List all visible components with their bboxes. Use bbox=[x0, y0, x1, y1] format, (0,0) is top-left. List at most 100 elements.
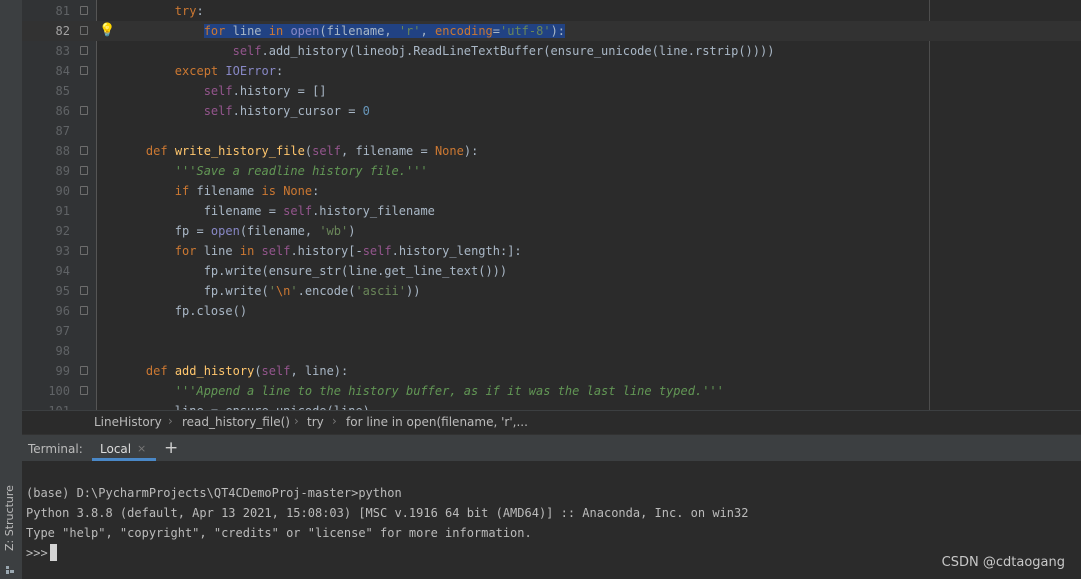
fold-marker-icon[interactable] bbox=[80, 26, 88, 35]
terminal-line: Type "help", "copyright", "credits" or "… bbox=[26, 526, 532, 540]
code-text: line = ensure_unicode(line) bbox=[117, 401, 370, 410]
code-text: except IOError: bbox=[174, 64, 284, 78]
watermark: CSDN @cdtaogang bbox=[941, 555, 1065, 570]
breadcrumb-item-class[interactable]: LineHistory bbox=[94, 415, 162, 429]
code-line[interactable]: 89 '''Save a readline history file.''' bbox=[22, 161, 1081, 181]
terminal-line: Python 3.8.8 (default, Apr 13 2021, 15:0… bbox=[26, 506, 749, 520]
terminal-prompt: >>> bbox=[26, 546, 48, 560]
code-line[interactable]: 93 for line in self.history[-self.histor… bbox=[22, 241, 1081, 261]
line-number: 101 bbox=[22, 401, 70, 410]
code-line[interactable]: 90 if filename is None: bbox=[22, 181, 1081, 201]
code-text: '''Save a readline history file.''' bbox=[174, 164, 428, 178]
code-text: if filename is None: bbox=[174, 184, 320, 198]
line-number: 82 bbox=[55, 24, 70, 38]
line-number: 92 bbox=[55, 224, 70, 238]
terminal-line: (base) D:\PycharmProjects\QT4CDemoProj-m… bbox=[26, 486, 402, 500]
breadcrumb-item-for[interactable]: for line in open(filename, 'r',... bbox=[346, 415, 528, 429]
add-terminal-icon[interactable]: + bbox=[164, 438, 178, 458]
code-text: self.add_history(lineobj.ReadLineTextBuf… bbox=[232, 44, 775, 58]
close-icon[interactable]: × bbox=[137, 442, 146, 455]
line-number: 96 bbox=[55, 304, 70, 318]
line-number: 84 bbox=[55, 64, 70, 78]
breadcrumb-separator-icon: › bbox=[294, 414, 299, 428]
fold-marker-icon[interactable] bbox=[80, 46, 88, 55]
code-editor[interactable]: 81 try: 82 💡 for line in open(filename, 'r… bbox=[22, 0, 1081, 410]
fold-marker-icon[interactable] bbox=[80, 246, 88, 255]
line-number: 94 bbox=[55, 264, 70, 278]
terminal-tab-label: Local bbox=[100, 442, 132, 456]
code-line[interactable]: 83 self.add_history(lineobj.ReadLineText… bbox=[22, 41, 1081, 61]
terminal-tab-local[interactable]: Local × bbox=[92, 435, 156, 461]
code-text: fp.write('\n'.encode('ascii')) bbox=[117, 284, 421, 298]
line-number: 88 bbox=[55, 144, 70, 158]
breadcrumb-separator-icon: › bbox=[168, 414, 173, 428]
code-text: def add_history(self, line): bbox=[145, 364, 349, 378]
code-line[interactable]: 85 self.history = [] bbox=[22, 81, 1081, 101]
intention-bulb-icon[interactable]: 💡 bbox=[99, 23, 115, 39]
code-text: self.history_cursor = 0 bbox=[203, 104, 370, 118]
code-text: fp.write(ensure_str(line.get_line_text()… bbox=[117, 264, 508, 278]
line-number: 91 bbox=[55, 204, 70, 218]
terminal-prompt-line: >>> bbox=[26, 543, 57, 563]
breadcrumb: LineHistory › read_history_file() › try … bbox=[22, 410, 1081, 435]
line-number: 85 bbox=[55, 84, 70, 98]
structure-tool-tab[interactable]: Z: Structure bbox=[0, 481, 22, 561]
breadcrumb-item-try[interactable]: try bbox=[307, 415, 324, 429]
fold-marker-icon[interactable] bbox=[80, 66, 88, 75]
breadcrumb-item-method[interactable]: read_history_file() bbox=[182, 415, 290, 429]
code-text: fp.close() bbox=[117, 304, 248, 318]
structure-icon bbox=[6, 566, 14, 574]
line-number: 97 bbox=[55, 324, 70, 338]
code-line[interactable]: 99 def add_history(self, line): bbox=[22, 361, 1081, 381]
code-text: for line in open(filename, 'r', encoding… bbox=[203, 24, 566, 38]
line-number: 95 bbox=[55, 284, 70, 298]
code-line[interactable]: 82 💡 for line in open(filename, 'r', enco… bbox=[22, 21, 1081, 41]
line-number: 98 bbox=[55, 344, 70, 358]
code-text: try: bbox=[174, 4, 204, 18]
code-text: '''Append a line to the history buffer, … bbox=[174, 384, 724, 398]
terminal-header: Terminal: Local × + bbox=[22, 434, 1081, 462]
line-number: 100 bbox=[48, 384, 70, 398]
line-number: 83 bbox=[55, 44, 70, 58]
terminal-title: Terminal: bbox=[28, 442, 83, 456]
text-cursor bbox=[49, 544, 57, 561]
line-number: 90 bbox=[55, 184, 70, 198]
code-line[interactable]: 81 try: bbox=[22, 1, 1081, 21]
fold-marker-icon[interactable] bbox=[80, 286, 88, 295]
code-text: for line in self.history[-self.history_l… bbox=[174, 244, 522, 258]
fold-marker-icon[interactable] bbox=[80, 166, 88, 175]
code-line[interactable]: 95 fp.write('\n'.encode('ascii')) bbox=[22, 281, 1081, 301]
line-number: 93 bbox=[55, 244, 70, 258]
fold-marker-icon[interactable] bbox=[80, 146, 88, 155]
fold-marker-icon[interactable] bbox=[80, 106, 88, 115]
code-line[interactable]: 91 filename = self.history_filename bbox=[22, 201, 1081, 221]
code-text: filename = self.history_filename bbox=[117, 204, 435, 218]
breadcrumb-separator-icon: › bbox=[332, 414, 337, 428]
code-text: fp = open(filename, 'wb') bbox=[117, 224, 356, 238]
code-text: def write_history_file(self, filename = … bbox=[145, 144, 479, 158]
code-line[interactable]: 94 fp.write(ensure_str(line.get_line_tex… bbox=[22, 261, 1081, 281]
line-number: 89 bbox=[55, 164, 70, 178]
fold-marker-icon[interactable] bbox=[80, 306, 88, 315]
structure-tab-label: Z: Structure bbox=[3, 485, 16, 551]
code-line[interactable]: 101 line = ensure_unicode(line) bbox=[22, 401, 1081, 410]
fold-marker-icon[interactable] bbox=[80, 6, 88, 15]
code-text: self.history = [] bbox=[203, 84, 327, 98]
code-line[interactable]: 86 self.history_cursor = 0 bbox=[22, 101, 1081, 121]
fold-marker-icon[interactable] bbox=[80, 366, 88, 375]
fold-marker-icon[interactable] bbox=[80, 186, 88, 195]
line-number: 81 bbox=[55, 4, 70, 18]
line-number: 86 bbox=[55, 104, 70, 118]
code-line[interactable]: 84 except IOError: bbox=[22, 61, 1081, 81]
code-line[interactable]: 97 bbox=[22, 321, 1081, 341]
code-line[interactable]: 87 bbox=[22, 121, 1081, 141]
terminal-output[interactable]: (base) D:\PycharmProjects\QT4CDemoProj-m… bbox=[22, 461, 1081, 579]
line-number: 87 bbox=[55, 124, 70, 138]
code-line[interactable]: 98 bbox=[22, 341, 1081, 361]
code-line[interactable]: 92 fp = open(filename, 'wb') bbox=[22, 221, 1081, 241]
code-line[interactable]: 96 fp.close() bbox=[22, 301, 1081, 321]
code-line[interactable]: 100 '''Append a line to the history buff… bbox=[22, 381, 1081, 401]
fold-marker-icon[interactable] bbox=[80, 386, 88, 395]
left-tool-strip: Z: Structure bbox=[0, 0, 23, 579]
code-line[interactable]: 88 def write_history_file(self, filename… bbox=[22, 141, 1081, 161]
